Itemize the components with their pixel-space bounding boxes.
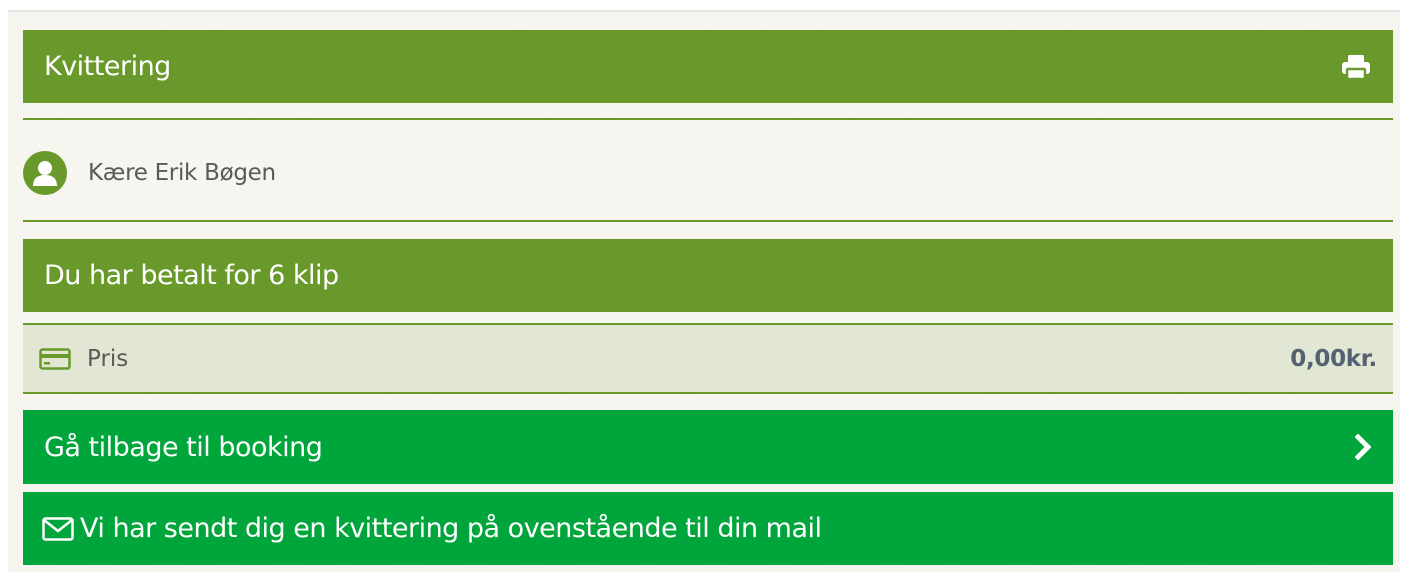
- price-value: 0,00kr.: [1290, 345, 1377, 372]
- purchase-header: Du har betalt for 6 klip: [23, 239, 1393, 312]
- price-row: Pris 0,00kr.: [23, 323, 1393, 394]
- receipt-panel: Kvittering Kære Erik Bøgen Du har betalt…: [8, 10, 1400, 572]
- price-label: Pris: [87, 345, 129, 372]
- greeting-text: Kære Erik Bøgen: [88, 160, 276, 186]
- page-title: Kvittering: [44, 51, 171, 82]
- purchase-title: Du har betalt for 6 klip: [44, 260, 339, 291]
- chevron-right-icon: [1355, 434, 1371, 460]
- mail-notice: Vi har sendt dig en kvittering på ovenst…: [23, 492, 1393, 565]
- back-to-booking-button[interactable]: Gå tilbage til booking: [23, 410, 1393, 484]
- credit-card-icon: [39, 347, 71, 370]
- mail-notice-text: Vi har sendt dig en kvittering på ovenst…: [80, 513, 822, 544]
- divider: [23, 220, 1393, 222]
- back-to-booking-label: Gå tilbage til booking: [44, 431, 323, 463]
- divider: [23, 118, 1393, 120]
- envelope-icon: [42, 516, 74, 541]
- user-circle-icon: [23, 151, 67, 195]
- greeting-row: Kære Erik Bøgen: [23, 148, 276, 198]
- receipt-header: Kvittering: [23, 30, 1393, 103]
- printer-icon[interactable]: [1341, 54, 1371, 80]
